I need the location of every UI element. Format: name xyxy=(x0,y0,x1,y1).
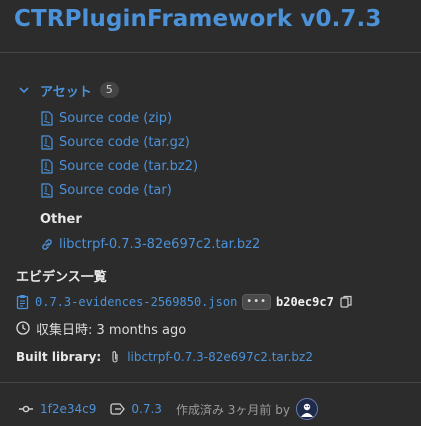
built-library-link[interactable]: libctrpf-0.7.3-82e697c2.tar.bz2 xyxy=(127,350,313,364)
other-asset-label: libctrpf-0.7.3-82e697c2.tar.bz2 xyxy=(59,236,261,252)
built-library-label: Built library: xyxy=(16,350,102,364)
built-library-row: Built library: libctrpf-0.7.3-82e697c2.t… xyxy=(16,347,313,367)
collected-text: 収集日時: 3 months ago xyxy=(36,322,187,338)
link-icon xyxy=(42,238,52,250)
divider xyxy=(0,382,421,383)
clock-icon xyxy=(16,321,30,335)
evidence-row: 0.7.3-evidences-2569850.json ••• b20ec9c… xyxy=(16,292,353,312)
assets-count-badge: 5 xyxy=(99,82,119,98)
commit-link[interactable]: 1f2e34c9 xyxy=(40,402,96,416)
asset-link-zip[interactable]: Source code (zip) xyxy=(40,109,172,127)
file-zip-icon xyxy=(41,134,53,150)
asset-label: Source code (zip) xyxy=(59,110,173,126)
chevron-down-icon xyxy=(19,87,29,94)
expand-hash-button[interactable]: ••• xyxy=(242,294,271,310)
tag-icon xyxy=(110,403,126,415)
asset-link-tarbz2[interactable]: Source code (tar.bz2) xyxy=(40,157,198,175)
release-footer: 1f2e34c9 0.7.3 作成済み 3ヶ月前 by xyxy=(18,398,318,420)
release-title[interactable]: CTRPluginFramework v0.7.3 xyxy=(14,6,381,32)
asset-label: Source code (tar.bz2) xyxy=(59,158,199,174)
assets-label: アセット xyxy=(40,84,92,100)
copy-icon[interactable] xyxy=(340,295,353,309)
evidence-file-link[interactable]: 0.7.3-evidences-2569850.json xyxy=(35,295,237,309)
file-zip-icon xyxy=(41,182,53,198)
user-avatar-icon xyxy=(296,399,317,419)
asset-link-targz[interactable]: Source code (tar.gz) xyxy=(40,133,190,151)
evidence-hash: b20ec9c7 xyxy=(276,295,334,309)
divider xyxy=(0,52,421,53)
clipboard-icon xyxy=(16,295,29,310)
evidence-heading: エビデンス一覧 xyxy=(16,270,107,285)
assets-toggle[interactable]: アセット 5 xyxy=(18,80,119,100)
avatar[interactable] xyxy=(295,398,318,420)
created-text: 作成済み 3ヶ月前 by xyxy=(175,402,290,417)
asset-link-tar[interactable]: Source code (tar) xyxy=(40,181,172,199)
asset-label: Source code (tar) xyxy=(59,182,172,198)
file-zip-icon xyxy=(41,110,53,126)
collected-time: 収集日時: 3 months ago xyxy=(16,318,186,338)
file-zip-icon xyxy=(41,158,53,174)
tag-link[interactable]: 0.7.3 xyxy=(131,402,162,416)
asset-label: Source code (tar.gz) xyxy=(59,134,190,150)
commit-icon xyxy=(19,405,33,413)
other-asset-link[interactable]: libctrpf-0.7.3-82e697c2.tar.bz2 xyxy=(40,235,260,253)
other-heading: Other xyxy=(40,212,82,227)
paperclip-icon xyxy=(112,351,118,363)
